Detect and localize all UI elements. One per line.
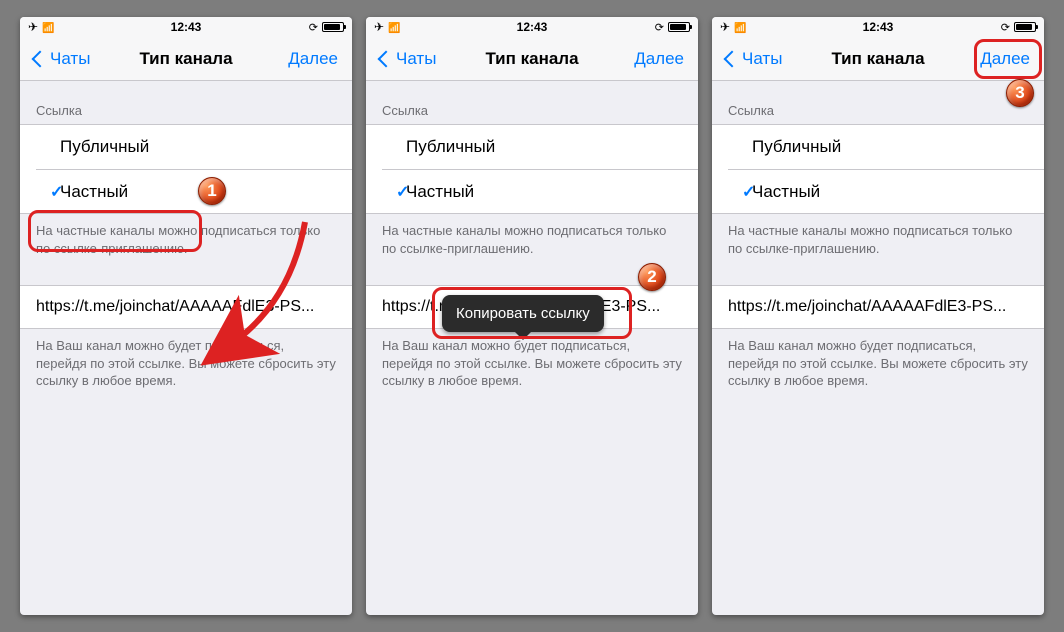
option-private-label: Частный xyxy=(60,182,128,202)
nav-bar: Чаты Тип канала Далее xyxy=(712,37,1044,81)
step-badge-1: 1 xyxy=(198,177,226,205)
channel-type-list: Публичный ✓ Частный xyxy=(712,124,1044,214)
status-time: 12:43 xyxy=(712,20,1044,34)
nav-bar: Чаты Тип канала Далее xyxy=(20,37,352,81)
option-public-label: Публичный xyxy=(406,137,495,157)
channel-type-list: Публичный ✓ Частный xyxy=(366,124,698,214)
nav-bar: Чаты Тип канала Далее xyxy=(366,37,698,81)
status-time: 12:43 xyxy=(366,20,698,34)
next-button[interactable]: Далее xyxy=(974,45,1036,73)
back-label: Чаты xyxy=(396,49,436,69)
status-time: 12:43 xyxy=(20,20,352,34)
chevron-left-icon xyxy=(378,50,395,67)
channel-type-list: Публичный ✓ Частный xyxy=(20,124,352,214)
link-hint: На Ваш канал можно будет подписаться, пе… xyxy=(20,329,352,390)
section-header-link: Ссылка xyxy=(20,81,352,124)
private-hint: На частные каналы можно подписаться толь… xyxy=(712,214,1044,257)
content-area: Ссылка Публичный ✓ Частный На частные ка… xyxy=(366,81,698,615)
content-area: Ссылка Публичный ✓ Частный На частные ка… xyxy=(712,81,1044,615)
option-private[interactable]: ✓ Частный xyxy=(728,169,1044,213)
option-public[interactable]: Публичный xyxy=(20,125,352,169)
option-private[interactable]: ✓ Частный xyxy=(382,169,698,213)
step-badge-3: 3 xyxy=(1006,79,1034,107)
option-private-label: Частный xyxy=(406,182,474,202)
step-badge-2: 2 xyxy=(638,263,666,291)
option-public-label: Публичный xyxy=(752,137,841,157)
status-bar: 12:43 xyxy=(712,17,1044,37)
battery-icon xyxy=(1014,22,1036,32)
phone-screen-3: 12:43 Чаты Тип канала Далее Ссылка Публи… xyxy=(712,17,1044,615)
section-header-link: Ссылка xyxy=(366,81,698,124)
phone-screen-2: 12:43 Чаты Тип канала Далее Ссылка Публи… xyxy=(366,17,698,615)
next-label: Далее xyxy=(980,49,1030,69)
option-private-label: Частный xyxy=(752,182,820,202)
option-public[interactable]: Публичный xyxy=(366,125,698,169)
chevron-left-icon xyxy=(724,50,741,67)
next-label: Далее xyxy=(288,49,338,69)
invite-link-field[interactable]: https://t.me/joinchat/AAAAAFdlE3-PS... xyxy=(20,285,352,329)
link-hint: На Ваш канал можно будет подписаться, пе… xyxy=(712,329,1044,390)
option-private[interactable]: ✓ Частный xyxy=(36,169,352,213)
copy-link-tooltip[interactable]: Копировать ссылку xyxy=(442,295,604,332)
next-label: Далее xyxy=(634,49,684,69)
invite-link-field[interactable]: https://t.me/joinchat/AAAAAFdlE3-PS... xyxy=(712,285,1044,329)
option-public-label: Публичный xyxy=(60,137,149,157)
link-hint: На Ваш канал можно будет подписаться, пе… xyxy=(366,329,698,390)
content-area: Ссылка Публичный ✓ Частный На частные ка… xyxy=(20,81,352,615)
check-icon: ✓ xyxy=(742,182,755,202)
private-hint: На частные каналы можно подписаться толь… xyxy=(20,214,352,257)
next-button[interactable]: Далее xyxy=(282,45,344,73)
section-header-link: Ссылка xyxy=(712,81,1044,124)
status-bar: 12:43 xyxy=(20,17,352,37)
status-bar: 12:43 xyxy=(366,17,698,37)
back-button[interactable]: Чаты xyxy=(374,45,442,73)
back-button[interactable]: Чаты xyxy=(28,45,96,73)
private-hint: На частные каналы можно подписаться толь… xyxy=(366,214,698,257)
phone-screen-1: 12:43 Чаты Тип канала Далее Ссылка Публи… xyxy=(20,17,352,615)
chevron-left-icon xyxy=(32,50,49,67)
battery-icon xyxy=(668,22,690,32)
check-icon: ✓ xyxy=(50,182,63,202)
back-label: Чаты xyxy=(742,49,782,69)
battery-icon xyxy=(322,22,344,32)
back-button[interactable]: Чаты xyxy=(720,45,788,73)
next-button[interactable]: Далее xyxy=(628,45,690,73)
check-icon: ✓ xyxy=(396,182,409,202)
back-label: Чаты xyxy=(50,49,90,69)
option-public[interactable]: Публичный xyxy=(712,125,1044,169)
